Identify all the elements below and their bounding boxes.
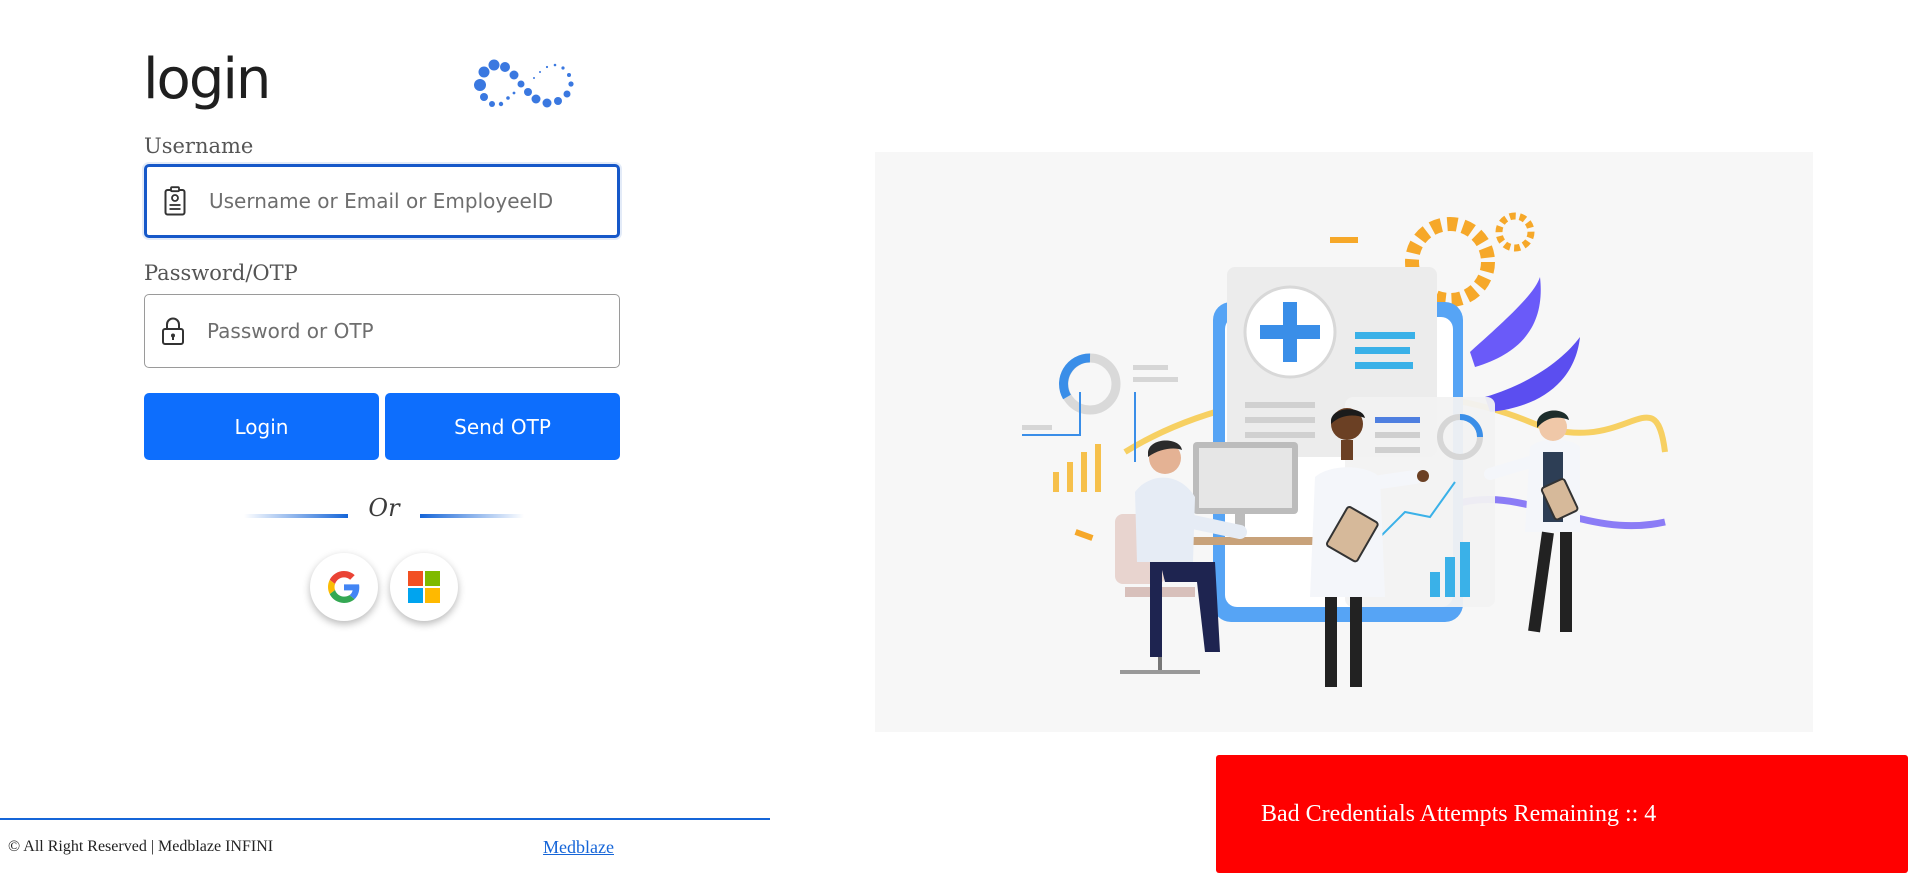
medical-team-illustration (1022, 212, 1668, 687)
password-field (144, 294, 620, 368)
footer-divider (0, 818, 770, 820)
login-button[interactable]: Login (144, 393, 379, 460)
username-field (144, 164, 620, 238)
username-input[interactable] (203, 167, 617, 235)
send-otp-button[interactable]: Send OTP (385, 393, 620, 460)
login-wordmark: login (143, 47, 271, 112)
footer-copyright: © All Right Reserved | Medblaze INFINI (8, 838, 274, 855)
google-login-button[interactable] (310, 553, 378, 621)
brand-logo-icon (474, 59, 574, 108)
id-card-icon (147, 167, 203, 235)
microsoft-icon (408, 571, 440, 603)
username-label: Username (144, 134, 254, 158)
hero-illustration (875, 152, 1813, 732)
lock-icon (145, 295, 201, 367)
nurse-figure (1484, 410, 1580, 633)
or-divider: Or (244, 494, 524, 526)
error-alert: Bad Credentials Attempts Remaining :: 4 (1216, 755, 1908, 873)
login-panel: login Username Username or Email or Empl… (0, 0, 770, 880)
divider-line-right (420, 514, 524, 518)
google-icon (328, 571, 360, 603)
medblaze-link[interactable]: Medblaze (543, 837, 614, 858)
error-alert-message: Bad Credentials Attempts Remaining :: 4 (1261, 800, 1657, 827)
microsoft-login-button[interactable] (390, 553, 458, 621)
password-label: Password/OTP (144, 261, 298, 285)
password-input[interactable] (201, 295, 619, 367)
